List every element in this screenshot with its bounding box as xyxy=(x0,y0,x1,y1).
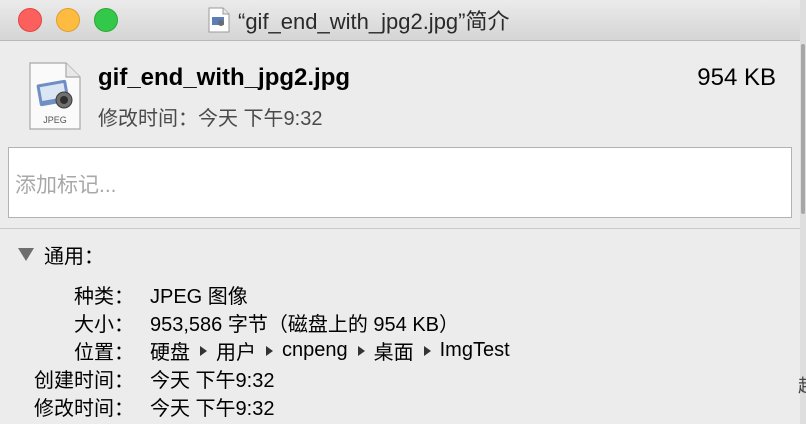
created-label: 创建时间： xyxy=(34,370,134,392)
path-segment: 桌面 xyxy=(373,342,414,364)
modified-label: 修改时间： xyxy=(34,398,134,420)
background-scrollbar[interactable] xyxy=(800,0,806,424)
where-path: 硬盘 用户 cnpeng 桌面 ImgTest xyxy=(150,336,510,365)
divider xyxy=(0,228,800,229)
modified-row: 修改时间： 今天 下午9:32 xyxy=(0,392,800,420)
path-arrow-icon xyxy=(357,345,365,356)
size-value: 953,586 字节（磁盘上的 954 KB） xyxy=(150,314,460,336)
info-window: “gif_end_with_jpg2.jpg”简介 JPEG gif_end_w… xyxy=(0,0,800,424)
kind-label: 种类： xyxy=(74,286,134,308)
icon-type-label: JPEG xyxy=(43,115,67,125)
path-segment: 硬盘 xyxy=(150,342,190,364)
path-arrow-icon xyxy=(266,345,273,356)
general-section-toggle[interactable]: 通用： xyxy=(18,240,104,269)
path-segment: 用户 xyxy=(216,342,256,364)
tags-input[interactable] xyxy=(8,147,792,218)
file-size: 954 KB xyxy=(697,64,776,91)
path-arrow-icon xyxy=(423,345,431,356)
window-title-group: “gif_end_with_jpg2.jpg”简介 xyxy=(208,6,510,34)
title-bar[interactable]: “gif_end_with_jpg2.jpg”简介 xyxy=(0,0,800,41)
close-button[interactable] xyxy=(18,8,42,32)
created-value: 今天 下午9:32 xyxy=(150,370,275,392)
modified-value: 今天 下午9:32 xyxy=(150,398,275,420)
jpeg-document-icon xyxy=(208,7,230,33)
created-row: 创建时间： 今天 下午9:32 xyxy=(0,364,800,392)
kind-value: JPEG 图像 xyxy=(150,286,248,308)
size-label: 大小： xyxy=(74,314,134,336)
modified-summary: 修改时间：今天 下午9:32 xyxy=(98,108,323,130)
path-segment: cnpeng xyxy=(282,339,348,361)
minimize-button[interactable] xyxy=(56,8,80,32)
path-segment: ImgTest xyxy=(439,339,510,361)
file-name: gif_end_with_jpg2.jpg xyxy=(98,64,351,91)
where-label: 位置： xyxy=(74,342,134,364)
background-partial-text: 超 xyxy=(798,372,806,398)
jpeg-file-icon: JPEG xyxy=(29,62,81,130)
size-row: 大小： 953,586 字节（磁盘上的 954 KB） xyxy=(0,308,800,336)
section-title: 通用： xyxy=(44,246,104,268)
kind-row: 种类： JPEG 图像 xyxy=(0,280,800,308)
path-arrow-icon xyxy=(200,345,207,356)
zoom-button[interactable] xyxy=(94,8,118,32)
scrollbar-thumb[interactable] xyxy=(801,44,805,214)
window-title: “gif_end_with_jpg2.jpg”简介 xyxy=(238,9,510,34)
disclosure-triangle-icon[interactable] xyxy=(18,248,34,261)
where-row: 位置： 硬盘 用户 cnpeng 桌面 ImgTest xyxy=(0,336,800,364)
